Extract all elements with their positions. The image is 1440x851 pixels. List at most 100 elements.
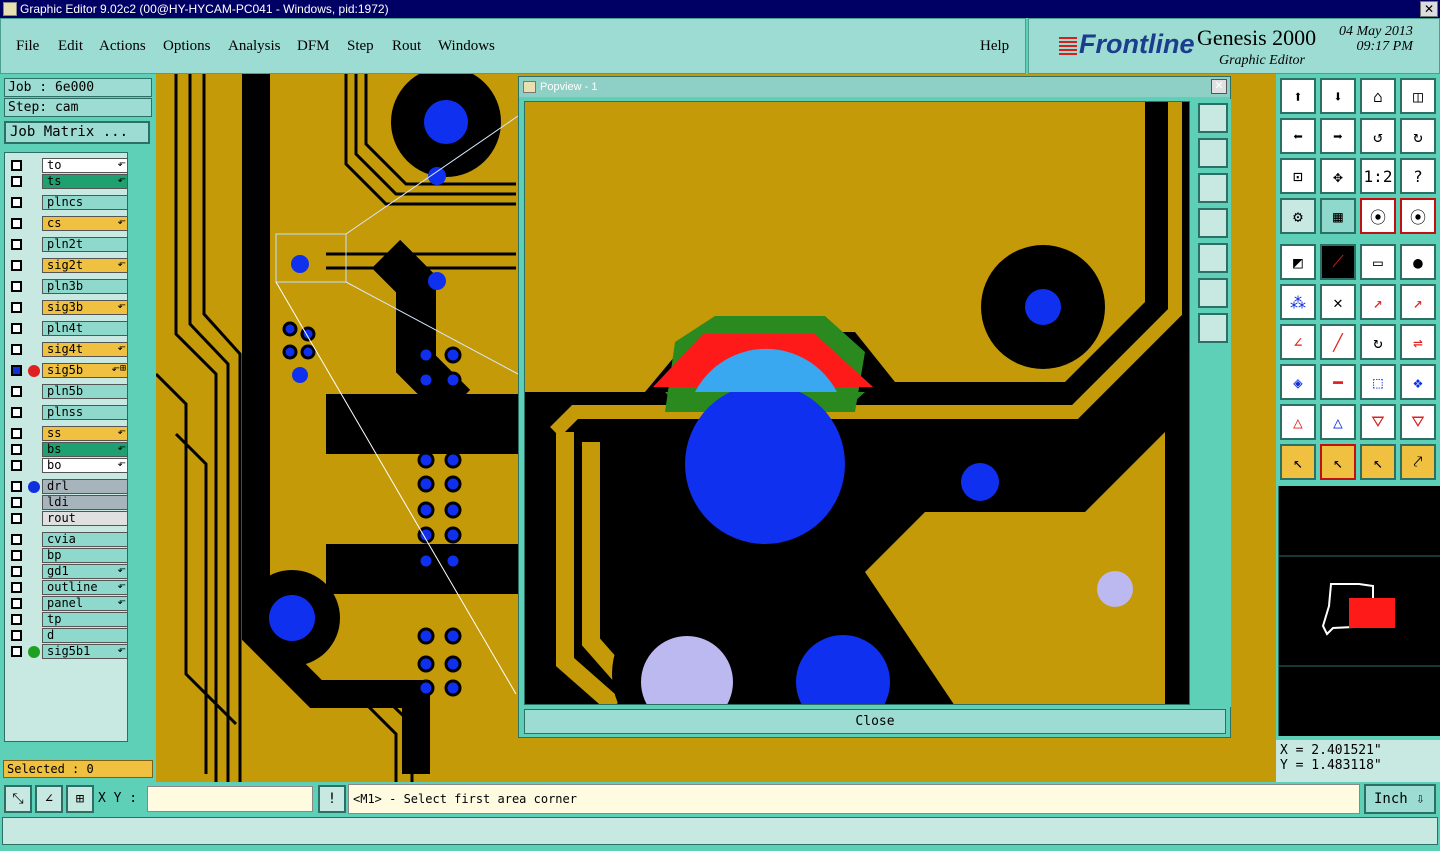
grid-icon[interactable]: ▦ [1320, 198, 1356, 234]
layer-row[interactable]: to ⬐ [8, 158, 128, 173]
popview-titlebar[interactable]: Popview - 1 ✕ [519, 77, 1230, 97]
layer-row[interactable]: ss ⬐ [8, 426, 128, 441]
menu-dfm[interactable]: DFM [297, 38, 330, 55]
layer-name[interactable]: d [42, 628, 128, 643]
layer-name[interactable]: bs [42, 442, 128, 457]
layer-row[interactable]: rout [8, 511, 128, 526]
layer-name[interactable]: sig5b1 [42, 644, 128, 659]
pointer-icon[interactable]: ↖ [1280, 444, 1316, 480]
popview-zoom-fit-icon[interactable] [1198, 278, 1228, 308]
home-icon[interactable]: ⌂ [1360, 78, 1396, 114]
layer-checkbox[interactable] [11, 646, 22, 657]
popview-close-icon[interactable]: ✕ [1211, 79, 1227, 94]
layer-row[interactable]: tp [8, 612, 128, 627]
layer-name[interactable]: cs [42, 216, 128, 231]
zoom-fit-icon[interactable]: ✥ [1320, 158, 1356, 194]
popview-pan-down-icon[interactable] [1198, 173, 1228, 203]
layer-checkbox[interactable] [11, 630, 22, 641]
layer-checkbox[interactable] [11, 481, 22, 492]
layer-checkbox[interactable] [11, 281, 22, 292]
layer-checkbox[interactable] [11, 513, 22, 524]
layer-name[interactable]: rout [42, 511, 128, 526]
layer-row[interactable]: bo ⬐ [8, 458, 128, 473]
resize-icon[interactable]: ⤡ [4, 785, 32, 813]
help-question-icon[interactable]: ? [1400, 158, 1436, 194]
redo-view-icon[interactable]: ↻ [1400, 118, 1436, 154]
split-line-icon[interactable]: ━ [1320, 364, 1356, 400]
menu-options[interactable]: Options [163, 38, 211, 55]
popview-window[interactable]: Popview - 1 ✕ Close [518, 76, 1231, 738]
layer-name[interactable]: ldi [42, 495, 128, 510]
pointer-select-icon[interactable]: ↖ [1360, 444, 1396, 480]
layer-checkbox[interactable] [11, 566, 22, 577]
layer-checkbox[interactable] [11, 550, 22, 561]
window-split-icon[interactable]: ◫ [1400, 78, 1436, 114]
layer-row[interactable]: pln4t [8, 321, 128, 336]
layer-row[interactable]: sig2t ⬐ [8, 258, 128, 273]
layer-row[interactable]: plncs [8, 195, 128, 210]
connect-icon[interactable]: ⁂ [1280, 284, 1316, 320]
ruler-icon[interactable]: ▭ [1360, 244, 1396, 280]
layer-row[interactable]: ldi [8, 495, 128, 510]
zoom-up-icon[interactable]: ⬆ [1280, 78, 1316, 114]
pan-left-icon[interactable]: ⬅ [1280, 118, 1316, 154]
layer-row[interactable]: sig3b ⬐ [8, 300, 128, 315]
add-line-icon[interactable]: ⟋ [1320, 244, 1356, 280]
layer-checkbox[interactable] [11, 407, 22, 418]
layer-name[interactable]: to [42, 158, 128, 173]
xy-input[interactable] [147, 786, 313, 812]
layer-name[interactable]: pln4t [42, 321, 128, 336]
group-icon[interactable]: ❖ [1400, 364, 1436, 400]
popview-zoom-out-icon[interactable] [1198, 313, 1228, 343]
layer-checkbox[interactable] [11, 460, 22, 471]
layer-row[interactable]: outline ⬐ [8, 580, 128, 595]
layer-row[interactable]: pln5b [8, 384, 128, 399]
mirror-icon[interactable]: ⇌ [1400, 324, 1436, 360]
layer-name[interactable]: plnss [42, 405, 128, 420]
layer-checkbox[interactable] [11, 239, 22, 250]
layer-name[interactable]: pln2t [42, 237, 128, 252]
layer-checkbox[interactable] [11, 598, 22, 609]
menu-windows[interactable]: Windows [438, 38, 495, 55]
node-edit-icon[interactable]: ⤤ [1400, 444, 1436, 480]
units-selector[interactable]: Inch ⇩ [1364, 784, 1436, 814]
layer-name[interactable]: pln5b [42, 384, 128, 399]
layer-checkbox[interactable] [11, 444, 22, 455]
array-icon[interactable]: ⬚ [1360, 364, 1396, 400]
layer-checkbox[interactable] [11, 160, 22, 171]
zoom-down-icon[interactable]: ⬇ [1320, 78, 1356, 114]
undo-view-icon[interactable]: ↺ [1360, 118, 1396, 154]
layer-checkbox[interactable] [11, 534, 22, 545]
layer-name[interactable]: tp [42, 612, 128, 627]
layer-row[interactable]: pln2t [8, 237, 128, 252]
pan-right-icon[interactable]: ➡ [1320, 118, 1356, 154]
layer-checkbox[interactable] [11, 197, 22, 208]
popview-close-button[interactable]: Close [524, 709, 1226, 734]
menu-rout[interactable]: Rout [392, 38, 421, 55]
route-icon[interactable]: ⛛ [1400, 404, 1436, 440]
menu-edit[interactable]: Edit [58, 38, 83, 55]
layer-row[interactable]: sig4t ⬐ [8, 342, 128, 357]
polygon-icon[interactable]: △ [1320, 404, 1356, 440]
angle-snap-icon[interactable]: ∠ [35, 785, 63, 813]
layer-checkbox[interactable] [11, 386, 22, 397]
move-node-icon[interactable]: ↗ [1360, 284, 1396, 320]
warning-icon[interactable]: ! [318, 785, 346, 813]
minimap[interactable] [1278, 486, 1440, 736]
layer-row[interactable]: d [8, 628, 128, 643]
triangle-icon[interactable]: △ [1280, 404, 1316, 440]
layer-checkbox[interactable] [11, 176, 22, 187]
menu-analysis[interactable]: Analysis [228, 38, 281, 55]
layer-name[interactable]: drl [42, 479, 128, 494]
layer-checkbox[interactable] [11, 344, 22, 355]
popview-canvas[interactable] [524, 101, 1190, 705]
layer-name[interactable]: sig3b [42, 300, 128, 315]
menu-step[interactable]: Step [347, 38, 374, 55]
layer-checkbox[interactable] [11, 428, 22, 439]
layer-checkbox[interactable] [11, 302, 22, 313]
job-matrix-button[interactable]: Job Matrix ... [4, 121, 150, 144]
layer-row[interactable]: panel ⬐ [8, 596, 128, 611]
close-x-icon[interactable]: ✕ [1420, 1, 1438, 17]
menu-file[interactable]: File [16, 38, 39, 55]
snap-layer-icon[interactable]: ⦿ [1400, 198, 1436, 234]
